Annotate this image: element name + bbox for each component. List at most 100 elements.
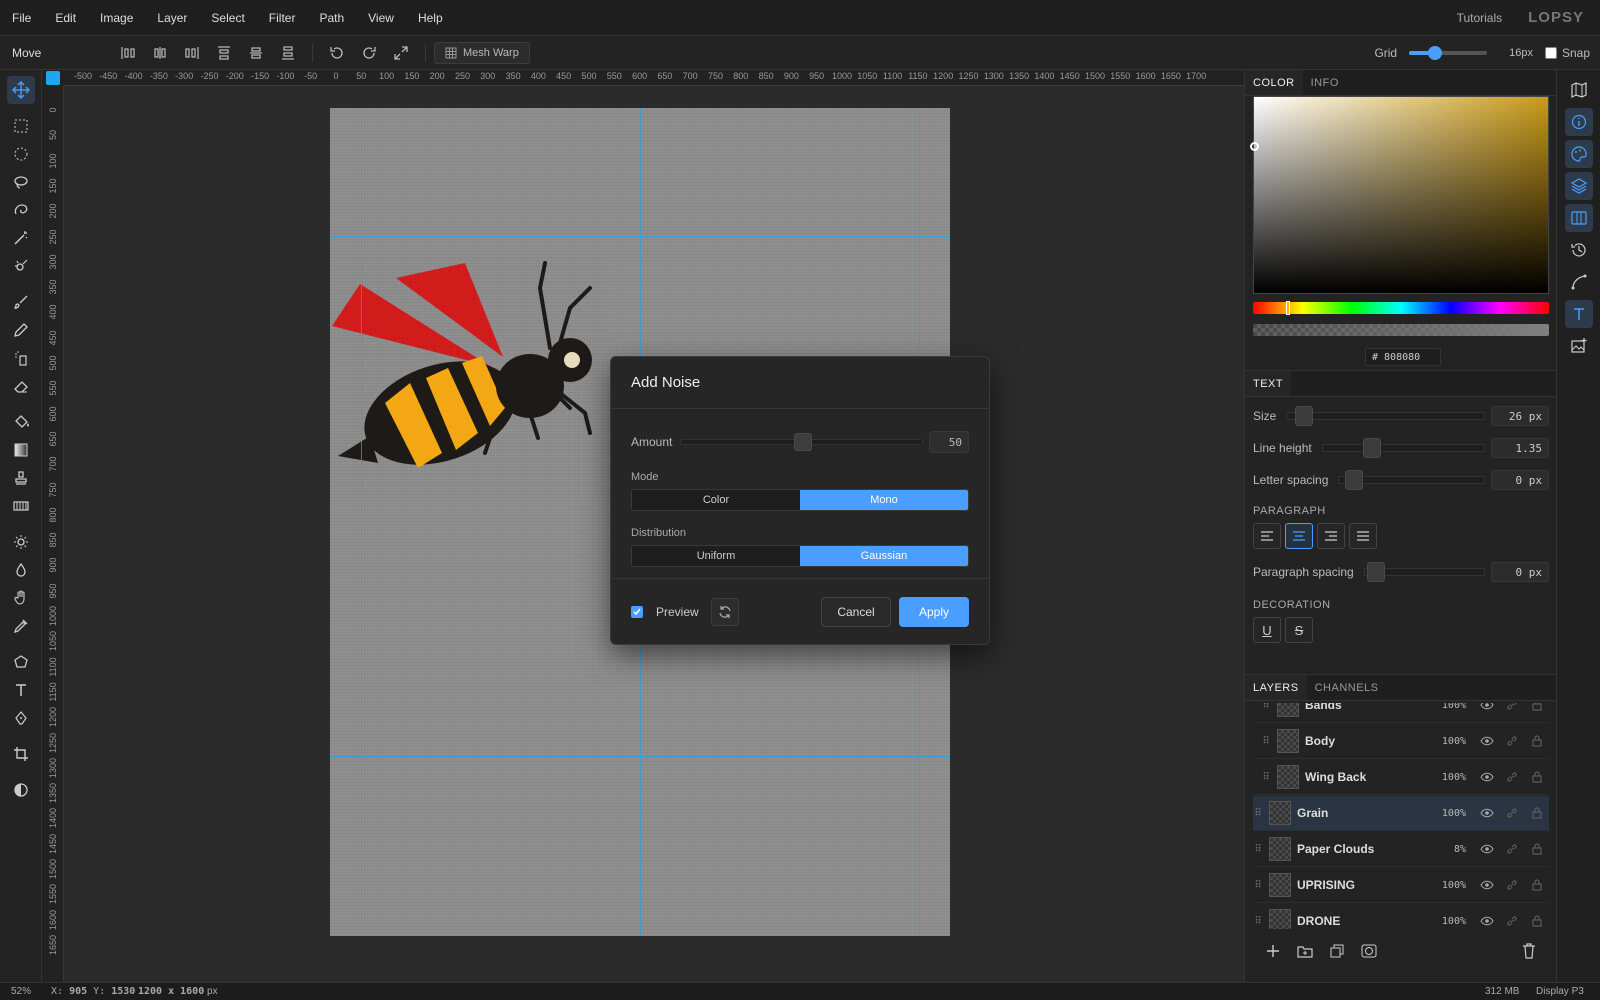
align-right-icon[interactable]: [181, 42, 203, 64]
align-left-icon[interactable]: [117, 42, 139, 64]
drag-handle-icon[interactable]: ⠿: [1261, 703, 1271, 711]
menu-filter[interactable]: Filter: [257, 11, 308, 25]
tab-layers[interactable]: LAYERS: [1245, 675, 1307, 700]
layer-name[interactable]: Body: [1305, 734, 1430, 748]
lock-icon[interactable]: [1524, 879, 1549, 891]
layer-opacity[interactable]: 100%: [1430, 772, 1466, 783]
hand-icon[interactable]: [7, 584, 35, 612]
polygon-icon[interactable]: [7, 648, 35, 676]
layer-name[interactable]: Wing Back: [1305, 770, 1430, 784]
cancel-button[interactable]: Cancel: [821, 596, 891, 627]
duplicate-layer-icon[interactable]: [1325, 939, 1349, 963]
menu-image[interactable]: Image: [88, 11, 145, 25]
color-picker-cursor[interactable]: [1250, 142, 1259, 151]
lock-icon[interactable]: [1524, 771, 1549, 783]
letter-spacing-input[interactable]: 0 px: [1491, 470, 1549, 490]
menu-help[interactable]: Help: [406, 11, 455, 25]
align-text-right-icon[interactable]: [1317, 523, 1345, 549]
link-icon[interactable]: [1499, 807, 1524, 819]
eye-icon[interactable]: [1474, 703, 1499, 710]
guide-vertical[interactable]: [361, 108, 362, 936]
map-icon[interactable]: [1565, 76, 1593, 104]
contrast-icon[interactable]: [7, 776, 35, 804]
drag-handle-icon[interactable]: ⠿: [1253, 916, 1263, 927]
magnetic-lasso-icon[interactable]: [7, 196, 35, 224]
lock-icon[interactable]: [1524, 735, 1549, 747]
menu-edit[interactable]: Edit: [43, 11, 88, 25]
letter-spacing-slider-knob[interactable]: [1345, 470, 1364, 490]
alpha-slider[interactable]: [1253, 324, 1549, 336]
paragraph-spacing-slider[interactable]: [1363, 562, 1485, 582]
zoom-level[interactable]: 52%: [11, 986, 31, 997]
ruler-origin[interactable]: [46, 71, 60, 85]
align-center-h-icon[interactable]: [149, 42, 171, 64]
layer-row[interactable]: ⠿ DRONE 100%: [1253, 904, 1549, 929]
lock-icon[interactable]: [1524, 915, 1549, 927]
distribution-uniform-option[interactable]: Uniform: [632, 546, 800, 566]
drag-handle-icon[interactable]: ⠿: [1253, 880, 1263, 891]
lock-icon[interactable]: [1524, 843, 1549, 855]
link-icon[interactable]: [1499, 915, 1524, 927]
align-text-center-icon[interactable]: [1285, 523, 1313, 549]
snap-checkbox[interactable]: [1544, 46, 1557, 59]
layer-name[interactable]: DRONE: [1297, 914, 1430, 928]
mask-icon[interactable]: [1357, 939, 1381, 963]
ruler-top[interactable]: -500 -450 -400 -350 -300 -250 -200 -150 -100 -50 0…: [64, 70, 1244, 86]
brush-icon[interactable]: [7, 288, 35, 316]
layer-row[interactable]: ⠿ Grain 100%: [1253, 796, 1549, 831]
line-height-slider[interactable]: [1321, 438, 1485, 458]
preview-checkbox[interactable]: [631, 605, 643, 618]
layer-name[interactable]: Grain: [1297, 806, 1430, 820]
palette-icon[interactable]: [1564, 140, 1593, 168]
layer-row[interactable]: ⠿ Paper Clouds 8%: [1253, 832, 1549, 867]
drag-handle-icon[interactable]: ⠿: [1261, 736, 1271, 747]
eraser-icon[interactable]: [7, 372, 35, 400]
tab-color[interactable]: COLOR: [1245, 70, 1303, 95]
tab-text[interactable]: TEXT: [1245, 371, 1292, 396]
tutorials-link[interactable]: Tutorials: [1457, 11, 1503, 25]
guide-horizontal[interactable]: [330, 236, 950, 237]
align-text-left-icon[interactable]: [1253, 523, 1281, 549]
link-icon[interactable]: [1499, 843, 1524, 855]
hue-slider-marker[interactable]: [1286, 301, 1290, 315]
link-icon[interactable]: [1499, 735, 1524, 747]
lock-icon[interactable]: [1524, 807, 1549, 819]
layer-opacity[interactable]: 100%: [1430, 916, 1466, 927]
layer-opacity[interactable]: 8%: [1430, 844, 1466, 855]
paragraph-spacing-input[interactable]: 0 px: [1491, 562, 1549, 582]
paragraph-spacing-slider-knob[interactable]: [1366, 562, 1385, 582]
grid-slider-knob[interactable]: [1427, 45, 1442, 60]
drag-handle-icon[interactable]: ⠿: [1261, 772, 1271, 783]
eye-icon[interactable]: [1474, 916, 1499, 926]
size-slider-knob[interactable]: [1295, 406, 1314, 426]
layer-row[interactable]: ⠿ UPRISING 100%: [1253, 868, 1549, 903]
ruler-left[interactable]: 0 50 100 150 200 250 300 350 400 450 500 550 600 650 7…: [42, 86, 64, 982]
delete-layer-icon[interactable]: [1517, 939, 1541, 963]
image-add-icon[interactable]: [1565, 332, 1593, 360]
spray-icon[interactable]: [7, 344, 35, 372]
history-icon[interactable]: [1565, 236, 1593, 264]
quick-select-icon[interactable]: [7, 252, 35, 280]
eye-icon[interactable]: [1474, 808, 1499, 818]
ellipse-select-icon[interactable]: [7, 140, 35, 168]
layer-name[interactable]: Paper Clouds: [1297, 842, 1430, 856]
pencil-icon[interactable]: [7, 316, 35, 344]
amount-slider[interactable]: [680, 433, 923, 451]
refresh-preview-button[interactable]: [710, 597, 739, 626]
fill-bucket-icon[interactable]: [7, 408, 35, 436]
size-slider[interactable]: [1286, 406, 1485, 426]
pattern-icon[interactable]: [7, 492, 35, 520]
mode-mono-option[interactable]: Mono: [800, 490, 968, 510]
link-icon[interactable]: [1499, 879, 1524, 891]
line-height-slider-knob[interactable]: [1362, 438, 1381, 458]
rotate-cw-icon[interactable]: [358, 42, 380, 64]
size-input[interactable]: 26 px: [1491, 406, 1549, 426]
color-picker-field[interactable]: [1250, 96, 1549, 294]
layer-opacity[interactable]: 100%: [1430, 703, 1466, 711]
info-icon[interactable]: [1564, 108, 1593, 136]
menu-view[interactable]: View: [356, 11, 406, 25]
line-height-input[interactable]: 1.35: [1491, 438, 1549, 458]
menu-layer[interactable]: Layer: [145, 11, 199, 25]
align-text-justify-icon[interactable]: [1349, 523, 1377, 549]
new-group-icon[interactable]: [1293, 939, 1317, 963]
